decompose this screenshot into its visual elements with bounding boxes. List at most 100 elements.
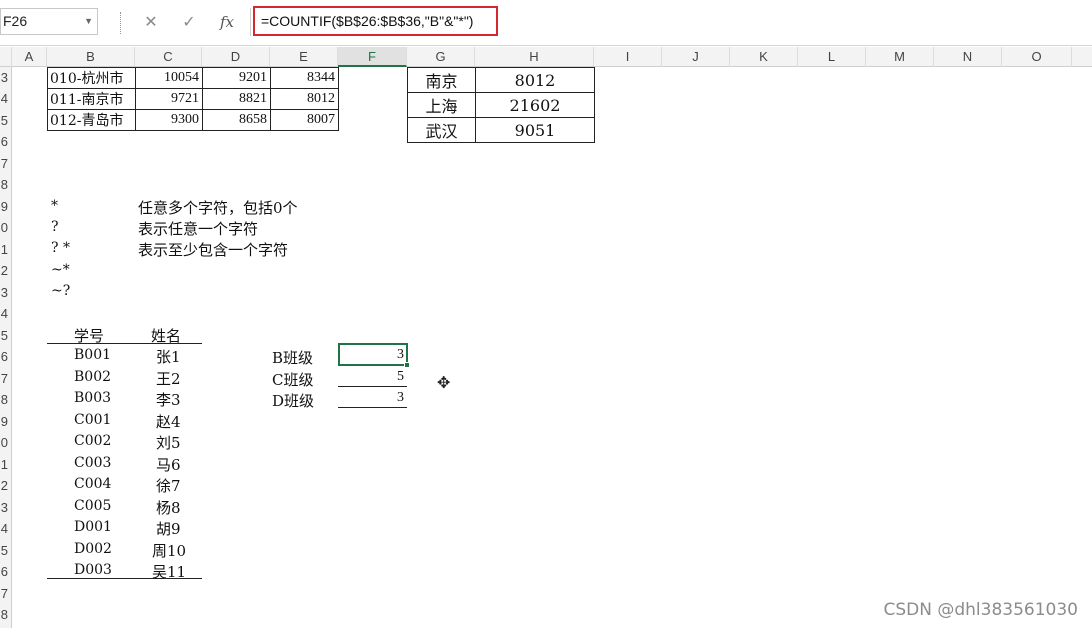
column-header-f[interactable]: F <box>338 47 407 67</box>
student-id[interactable]: C003 <box>74 455 111 471</box>
cell-value[interactable]: 8007 <box>270 109 339 131</box>
column-header-d[interactable]: D <box>202 47 270 67</box>
row-header[interactable]: 1 <box>0 454 12 475</box>
wildcard-description[interactable]: 表示任意一个字符 <box>138 218 258 239</box>
row-header[interactable]: 4 <box>0 518 12 539</box>
student-id[interactable]: B003 <box>74 390 111 406</box>
student-name[interactable]: 张1 <box>156 346 181 367</box>
class-label[interactable]: B班级 <box>272 347 313 368</box>
insert-function-icon[interactable]: fx <box>212 10 242 34</box>
row-header[interactable]: 9 <box>0 411 12 432</box>
column-header-l[interactable]: L <box>798 47 866 67</box>
chevron-down-icon[interactable]: ▼ <box>84 9 93 34</box>
row-header[interactable]: 4 <box>0 303 12 324</box>
cell-city-name[interactable]: 012-青岛市 <box>47 109 136 131</box>
row-header[interactable]: 6 <box>0 561 12 582</box>
row-header[interactable]: 5 <box>0 325 12 346</box>
cell-value[interactable]: 8344 <box>270 67 339 89</box>
student-id[interactable]: B002 <box>74 369 111 385</box>
name-box[interactable]: F26 ▼ <box>0 8 98 35</box>
row-header[interactable]: 9 <box>0 196 12 217</box>
class-label[interactable]: D班级 <box>272 390 314 411</box>
cell-city[interactable]: 上海 <box>407 92 476 118</box>
column-header-j[interactable]: J <box>662 47 730 67</box>
student-id[interactable]: C004 <box>74 476 111 492</box>
active-cell-selection[interactable] <box>338 343 410 368</box>
row-header[interactable]: 2 <box>0 475 12 496</box>
column-header-b[interactable]: B <box>47 47 135 67</box>
column-header-n[interactable]: N <box>934 47 1002 67</box>
student-name[interactable]: 周10 <box>152 540 186 561</box>
column-header-a[interactable]: A <box>12 47 47 67</box>
cell-city-name[interactable]: 011-南京市 <box>47 88 136 110</box>
column-header-k[interactable]: K <box>730 47 798 67</box>
cell-value[interactable]: 9201 <box>202 67 271 89</box>
student-id[interactable]: D001 <box>74 519 112 535</box>
student-name[interactable]: 赵4 <box>156 411 181 432</box>
wildcard-description[interactable]: 表示至少包含一个字符 <box>138 239 288 260</box>
student-id[interactable]: C002 <box>74 433 111 449</box>
cell-city[interactable]: 武汉 <box>407 117 476 143</box>
cell-city-name[interactable]: 010-杭州市 <box>47 67 136 89</box>
wildcard-symbol[interactable]: ? * <box>51 240 70 256</box>
row-header[interactable]: 1 <box>0 239 12 260</box>
class-label[interactable]: C班级 <box>272 369 313 390</box>
column-header-i[interactable]: I <box>594 47 662 67</box>
cell-value[interactable]: 8658 <box>202 109 271 131</box>
student-name[interactable]: 刘5 <box>156 432 181 453</box>
cell-value[interactable]: 10054 <box>135 67 203 89</box>
column-header-e[interactable]: E <box>270 47 338 67</box>
confirm-icon[interactable]: ✓ <box>174 10 204 34</box>
select-all-corner[interactable] <box>0 47 12 67</box>
column-header-c[interactable]: C <box>135 47 202 67</box>
student-name[interactable]: 徐7 <box>156 475 181 496</box>
class-count[interactable]: 5 <box>338 369 407 385</box>
cancel-icon[interactable]: ✕ <box>136 10 166 34</box>
row-header[interactable]: 8 <box>0 174 12 195</box>
cell-value[interactable]: 9300 <box>135 109 203 131</box>
row-header[interactable]: 6 <box>0 131 12 152</box>
row-header[interactable]: 0 <box>0 432 12 453</box>
wildcard-symbol[interactable]: ~* <box>51 262 70 278</box>
student-id[interactable]: C005 <box>74 498 111 514</box>
student-id[interactable]: D003 <box>74 562 112 578</box>
cell-value[interactable]: 9051 <box>475 117 595 143</box>
student-name[interactable]: 胡9 <box>156 518 181 539</box>
student-name[interactable]: 马6 <box>156 454 181 475</box>
row-header[interactable]: 4 <box>0 88 12 109</box>
row-header[interactable]: 3 <box>0 497 12 518</box>
column-header-g[interactable]: G <box>407 47 475 67</box>
row-header[interactable]: 0 <box>0 217 12 238</box>
student-id[interactable]: D002 <box>74 541 112 557</box>
class-count[interactable]: 3 <box>338 390 407 406</box>
wildcard-description[interactable]: 任意多个字符，包括0个 <box>138 197 298 218</box>
cell-city[interactable]: 南京 <box>407 67 476 93</box>
fill-handle[interactable] <box>404 362 410 368</box>
column-header-m[interactable]: M <box>866 47 934 67</box>
student-name[interactable]: 王2 <box>156 368 181 389</box>
row-header[interactable]: 8 <box>0 389 12 410</box>
row-header[interactable]: 5 <box>0 110 12 131</box>
row-header[interactable]: 6 <box>0 346 12 367</box>
row-header[interactable]: 5 <box>0 540 12 561</box>
column-header-h[interactable]: H <box>475 47 594 67</box>
formula-input[interactable]: =COUNTIF($B$26:$B$36,"B"&"*") <box>253 6 498 36</box>
column-header-o[interactable]: O <box>1002 47 1072 67</box>
row-header[interactable]: 3 <box>0 67 12 88</box>
row-header[interactable]: 8 <box>0 604 12 625</box>
cell-value[interactable]: 8821 <box>202 88 271 110</box>
row-header[interactable]: 2 <box>0 260 12 281</box>
cell-value[interactable]: 21602 <box>475 92 595 118</box>
cell-value[interactable]: 8012 <box>270 88 339 110</box>
row-header[interactable]: 7 <box>0 583 12 604</box>
student-id[interactable]: C001 <box>74 412 111 428</box>
student-id[interactable]: B001 <box>74 347 111 363</box>
wildcard-symbol[interactable]: ~? <box>51 283 70 299</box>
row-header[interactable]: 7 <box>0 153 12 174</box>
wildcard-symbol[interactable]: * <box>51 198 58 214</box>
cell-value[interactable]: 8012 <box>475 67 595 93</box>
student-name[interactable]: 李3 <box>156 389 181 410</box>
row-header[interactable]: 3 <box>0 282 12 303</box>
wildcard-symbol[interactable]: ? <box>51 219 59 235</box>
row-header[interactable]: 7 <box>0 368 12 389</box>
